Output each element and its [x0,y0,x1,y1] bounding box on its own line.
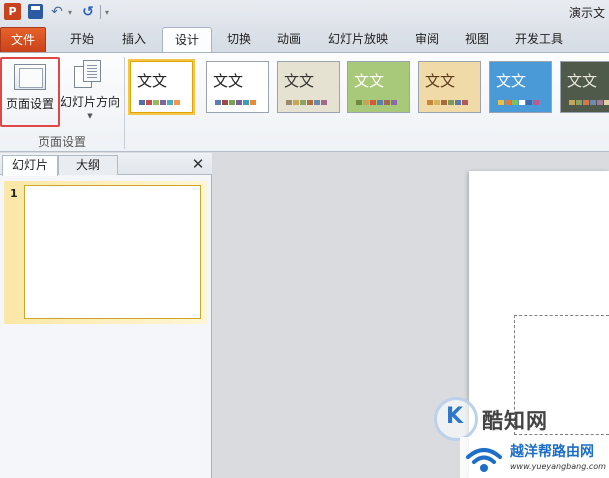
wifi-icon [466,448,502,472]
slide-orientation-label: 幻灯片方向 [60,95,121,109]
tab-insert[interactable]: 插入 [108,27,160,52]
theme-sample-text: 文文 [137,72,168,90]
theme-color-swatches [427,100,468,105]
tab-developer[interactable]: 开发工具 [504,27,574,52]
undo-icon[interactable]: ↶ [49,3,65,21]
slide-thumbnail[interactable] [24,185,201,319]
tab-animations[interactable]: 动画 [264,27,314,52]
tab-outline[interactable]: 大纲 [58,155,118,175]
theme-sample-text: 文文 [213,72,244,90]
save-icon[interactable] [28,4,43,19]
chevron-down-icon: ▼ [87,112,93,120]
ribbon-design: 页面设置 幻灯片方向 ▼ 页面设置 文文 文文 文文 文文 文文 文文 文文 [0,52,609,152]
theme-color-swatches [356,100,397,105]
redo-icon[interactable]: ↺ [80,3,96,21]
theme-thumbnail[interactable]: 文文 [347,61,410,113]
tab-slides[interactable]: 幻灯片 [2,155,58,176]
theme-color-swatches [498,100,539,105]
ribbon-tabs: 文件 开始 插入 设计 切换 动画 幻灯片放映 审阅 视图 开发工具 [0,24,609,53]
tab-file[interactable]: 文件 [0,27,46,52]
window-title: 演示文 [569,6,606,20]
kuzhi-logo-letter: K [446,404,464,429]
theme-sample-text: 文文 [354,72,385,90]
group-divider [124,57,125,149]
router-site-title: 越洋帮路由网 [510,444,594,460]
title-bar: P ↶ ▾ ↺ ▾ 演示文 [0,0,609,24]
theme-thumbnail[interactable]: 文文 [128,59,195,115]
theme-color-swatches [569,100,609,105]
slide-orientation-icon [74,60,104,90]
theme-color-swatches [286,100,327,105]
undo-dropdown-icon[interactable]: ▾ [66,3,74,21]
theme-color-swatches [215,100,256,105]
tab-slideshow[interactable]: 幻灯片放映 [316,27,400,52]
customize-quick-access-icon[interactable]: ▾ [103,3,111,21]
router-site-url: www.yueyangbang.com [510,462,606,471]
page-setup-icon [14,64,46,90]
powerpoint-app-icon[interactable]: P [4,3,21,20]
theme-sample-text: 文文 [567,72,598,90]
page-setup-button[interactable]: 页面设置 [0,57,60,127]
kuzhi-watermark-text: 酷知网 [482,409,548,433]
theme-sample-text: 文文 [284,72,315,90]
theme-thumbnail[interactable]: 文文 [277,61,340,113]
tab-home[interactable]: 开始 [56,27,108,52]
panel-tab-strip: 幻灯片 大纲 ✕ [0,153,212,176]
router-site-watermark: 越洋帮路由网 www.yueyangbang.com [460,437,609,478]
slides-panel: 幻灯片 大纲 ✕ 1 [0,153,212,478]
slide-number: 1 [10,187,18,200]
theme-thumbnail[interactable]: 文文 [418,61,481,113]
theme-sample-text: 文文 [425,72,456,90]
theme-color-swatches [139,100,180,105]
tab-view[interactable]: 视图 [452,27,502,52]
tab-transitions[interactable]: 切换 [214,27,264,52]
tab-review[interactable]: 审阅 [402,27,452,52]
theme-thumbnail[interactable]: 文文 [489,61,552,113]
theme-thumbnail[interactable]: 文文 [560,61,609,113]
group-label-page-setup: 页面设置 [37,135,86,149]
page-setup-label: 页面设置 [5,97,54,111]
slide-orientation-button[interactable]: 幻灯片方向 ▼ [60,57,120,127]
theme-sample-text: 文文 [496,72,527,90]
slide-thumbnail-item[interactable]: 1 [4,181,207,324]
tab-design[interactable]: 设计 [162,27,212,53]
quick-access-divider [100,5,101,19]
close-icon[interactable]: ✕ [190,155,206,173]
theme-thumbnail[interactable]: 文文 [206,61,269,113]
